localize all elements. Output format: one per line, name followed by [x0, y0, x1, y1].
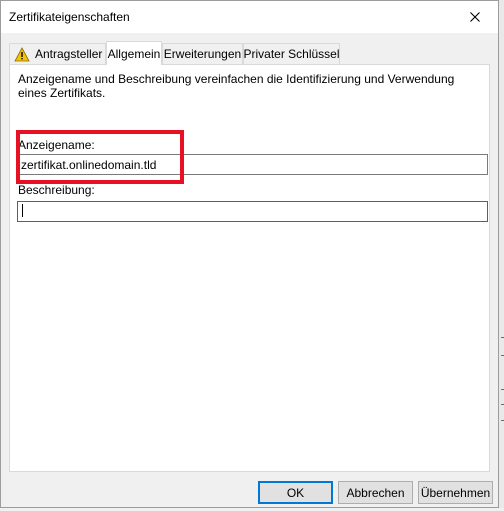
cancel-button[interactable]: Abbrechen: [338, 481, 413, 504]
tab-label: Privater Schlüssel: [243, 47, 340, 61]
background-window-edge: [499, 0, 504, 511]
description-input[interactable]: [17, 201, 488, 222]
close-icon: [469, 12, 480, 22]
warning-icon: [14, 46, 30, 61]
tab-allgemein[interactable]: Allgemein: [106, 41, 162, 65]
certificate-properties-dialog: Zertifikateigenschaften Antragsteller Al…: [0, 0, 499, 508]
close-button[interactable]: [452, 2, 497, 32]
tab-label: Erweiterungen: [163, 47, 242, 61]
title-bar[interactable]: Zertifikateigenschaften: [1, 1, 498, 33]
tab-erweiterungen[interactable]: Erweiterungen: [162, 43, 243, 64]
tab-privater-schluessel[interactable]: Privater Schlüssel: [243, 43, 340, 64]
tab-label: Antragsteller: [35, 47, 103, 61]
description-label: Beschreibung:: [18, 183, 95, 197]
dialog-body: Antragsteller Allgemein Erweiterungen Pr…: [1, 33, 498, 507]
general-tab-panel: Anzeigename und Beschreibung vereinfache…: [9, 64, 490, 472]
apply-button[interactable]: Übernehmen: [418, 481, 493, 504]
tab-antragsteller[interactable]: Antragsteller: [9, 43, 106, 64]
description-text: Anzeigename und Beschreibung vereinfache…: [18, 72, 455, 100]
description-field-wrapper: [17, 201, 488, 222]
tab-label: Allgemein: [107, 46, 161, 61]
display-name-label: Anzeigename:: [18, 138, 95, 152]
window-title: Zertifikateigenschaften: [9, 10, 130, 24]
display-name-input[interactable]: [17, 154, 488, 175]
ok-button[interactable]: OK: [258, 481, 333, 504]
